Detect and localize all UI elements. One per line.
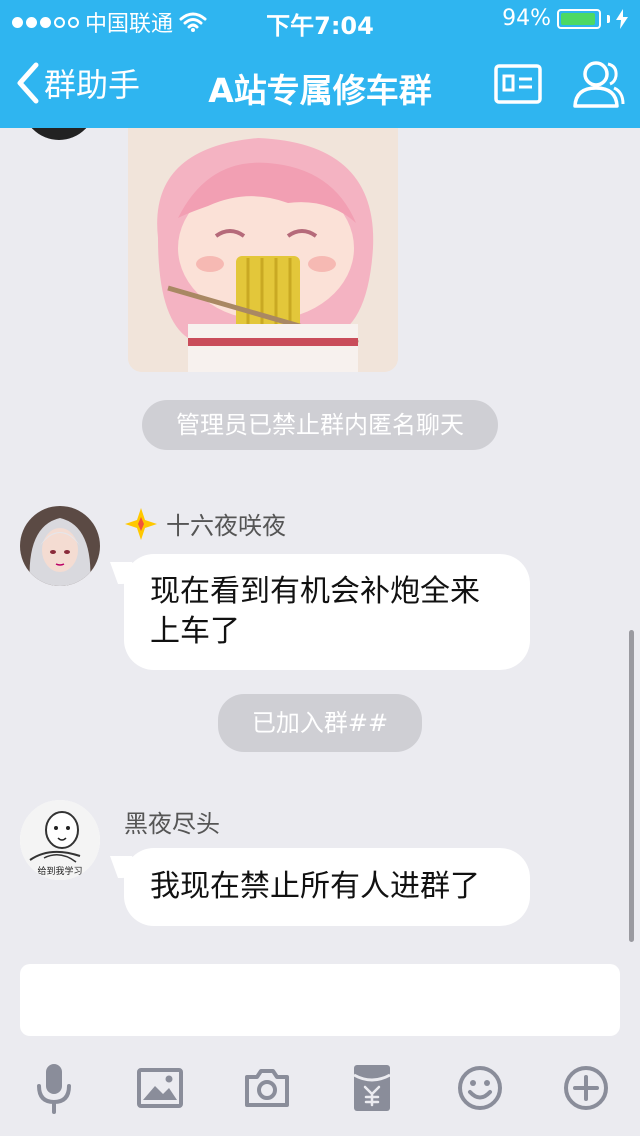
- message-text: 现在看到有机会补炮全来上车了: [150, 574, 480, 649]
- avatar[interactable]: [22, 128, 96, 140]
- nav-bar: 群助手 A站专属修车群: [0, 40, 640, 128]
- battery-icon: [557, 8, 601, 29]
- plus-icon: [564, 1066, 608, 1110]
- microphone-icon: [37, 1064, 71, 1114]
- sender-name: 十六夜咲夜: [166, 512, 286, 540]
- input-area: [0, 948, 640, 1136]
- system-notice-anonymous: 管理员已禁止群内匿名聊天: [142, 400, 498, 450]
- message-text: 我现在禁止所有人进群了: [150, 869, 480, 904]
- chat-title: A站专属修车群: [208, 71, 432, 110]
- profile-card-icon[interactable]: [494, 64, 542, 104]
- emoji-icon: [458, 1066, 502, 1110]
- charging-icon: [616, 8, 628, 29]
- input-toolbar: [0, 1058, 640, 1128]
- avatar-sakuya-image: [20, 506, 100, 586]
- status-right: 94%: [502, 6, 628, 31]
- avatar-caption: 给到我学习: [37, 865, 82, 877]
- sticker-image[interactable]: [128, 128, 398, 372]
- camera-button[interactable]: [237, 1058, 297, 1118]
- star-badge-icon: [125, 507, 157, 540]
- status-bar: 中国联通 下午7:04 94%: [0, 0, 640, 40]
- group-members-icon[interactable]: [570, 56, 626, 112]
- red-packet-button[interactable]: [342, 1058, 402, 1118]
- scrollbar[interactable]: [629, 630, 634, 942]
- more-button[interactable]: [556, 1058, 616, 1118]
- message-bubble[interactable]: 现在看到有机会补炮全来上车了: [124, 554, 530, 670]
- camera-icon: [245, 1069, 289, 1107]
- message-input[interactable]: [20, 964, 620, 1036]
- red-packet-icon: [353, 1065, 391, 1111]
- sender-name: 黑夜尽头: [124, 810, 220, 838]
- sender-name-row: 黑夜尽头: [124, 804, 220, 839]
- chat-area[interactable]: 管理员已禁止群内匿名聊天 十六夜咲夜 现在看到有机会补炮全来上车了 已加入群##: [0, 128, 640, 948]
- avatar[interactable]: [20, 506, 100, 586]
- system-notice-joined: 已加入群##: [218, 694, 422, 752]
- photo-button[interactable]: [130, 1058, 190, 1118]
- battery-tip: [607, 14, 610, 23]
- sender-name-row: 十六夜咲夜: [124, 506, 286, 541]
- voice-button[interactable]: [24, 1058, 84, 1118]
- message-bubble[interactable]: 我现在禁止所有人进群了: [124, 848, 530, 926]
- anime-girl-sticker: [128, 128, 398, 372]
- battery-percent: 94%: [502, 6, 551, 31]
- avatar-meme-image: 给到我学习: [20, 800, 100, 880]
- avatar[interactable]: 给到我学习: [20, 800, 100, 880]
- emoji-button[interactable]: [450, 1058, 510, 1118]
- image-icon: [137, 1068, 183, 1108]
